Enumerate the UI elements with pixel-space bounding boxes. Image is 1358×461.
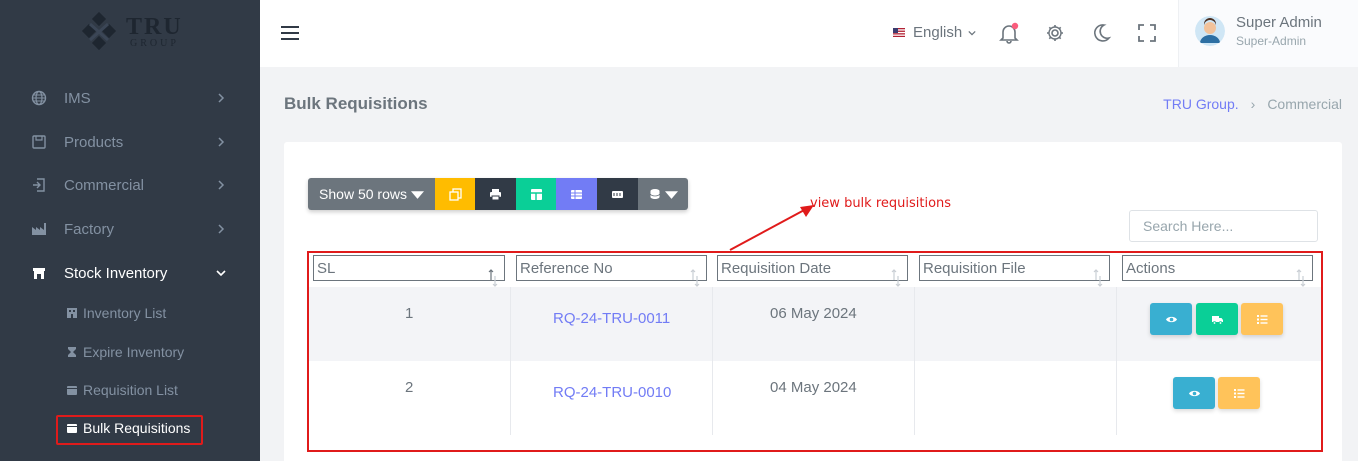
csv-button[interactable] <box>516 178 556 210</box>
sidebar: TRU GROUP IMS Products Commercial Factor… <box>0 0 260 461</box>
sidebar-subitem-inventory-list[interactable]: Inventory List <box>66 301 166 325</box>
gear-icon[interactable] <box>1044 22 1066 44</box>
avatar <box>1195 16 1225 46</box>
show-rows-button[interactable]: Show 50 rows <box>308 178 435 210</box>
breadcrumb: TRU Group. › Commercial <box>1163 96 1342 112</box>
login-icon <box>33 178 45 192</box>
sidebar-item-label: Products <box>64 133 124 151</box>
chevron-right-icon <box>218 137 225 147</box>
copy-button[interactable] <box>435 178 475 210</box>
logo-word: TRU <box>126 14 183 40</box>
sidebar-subitem-requisition-list[interactable]: Requisition List <box>66 378 178 402</box>
sidebar-item-stock-inventory[interactable]: Stock Inventory <box>0 253 260 293</box>
export-button-group: Show 50 rows <box>308 178 688 210</box>
user-name: Super Admin <box>1236 14 1322 31</box>
sidebar-item-factory[interactable]: Factory <box>0 209 260 249</box>
sidebar-item-label: Stock Inventory <box>64 264 168 282</box>
sidebar-item-label: Factory <box>64 220 115 238</box>
chevron-down-icon <box>968 30 976 35</box>
highlight-box <box>56 415 203 445</box>
us-flag-icon <box>893 28 905 37</box>
building-icon <box>67 308 77 318</box>
folder-icon <box>67 386 77 395</box>
language-selector[interactable]: English <box>893 24 976 41</box>
breadcrumb-link[interactable]: TRU Group. <box>1163 96 1238 112</box>
sidebar-item-commercial[interactable]: Commercial <box>0 165 260 205</box>
hourglass-icon <box>68 347 76 357</box>
breadcrumb-separator: › <box>1250 96 1256 112</box>
topbar: English Super Admin Super-Admin <box>260 0 1358 67</box>
sidebar-item-label: Commercial <box>64 176 145 194</box>
store-icon <box>33 268 45 279</box>
columns-button[interactable] <box>638 178 688 210</box>
pdf-icon <box>612 190 623 198</box>
sidebar-item-products[interactable]: Products <box>0 122 260 162</box>
sidebar-item-label: IMS <box>64 89 91 107</box>
print-icon <box>490 188 501 200</box>
sidebar-subitem-label: Expire Inventory <box>83 344 185 360</box>
user-role: Super-Admin <box>1236 34 1307 48</box>
table-highlight-box <box>307 251 1323 452</box>
globe-icon <box>31 90 47 106</box>
sidebar-subitem-expire-inventory[interactable]: Expire Inventory <box>66 340 184 364</box>
page-title: Bulk Requisitions <box>284 94 428 113</box>
columns-icon <box>649 188 660 199</box>
chevron-right-icon <box>218 93 225 103</box>
show-rows-label: Show 50 rows <box>319 186 407 202</box>
logo[interactable]: TRU GROUP <box>80 12 190 56</box>
print-button[interactable] <box>475 178 516 210</box>
copy-icon <box>448 187 462 201</box>
fullscreen-icon[interactable] <box>1136 22 1158 44</box>
caret-down-icon <box>664 190 678 199</box>
factory-icon <box>32 223 46 235</box>
sidebar-subitem-label: Requisition List <box>83 382 178 398</box>
caret-down-icon <box>410 190 424 199</box>
logo-sub: GROUP <box>130 38 179 49</box>
moon-icon[interactable] <box>1090 22 1112 44</box>
sidebar-item-ims[interactable]: IMS <box>0 78 260 118</box>
annotation-arrow-icon <box>729 205 814 251</box>
menu-icon[interactable] <box>281 26 299 40</box>
chevron-right-icon <box>218 180 225 190</box>
csv-icon <box>530 188 542 200</box>
breadcrumb-current: Commercial <box>1267 96 1342 112</box>
annotation-label: view bulk requisitions <box>810 196 952 211</box>
excel-button[interactable] <box>556 178 597 210</box>
pdf-button[interactable] <box>597 178 638 210</box>
excel-icon <box>571 189 582 199</box>
bell-icon[interactable] <box>998 22 1020 44</box>
chevron-down-icon <box>216 270 226 277</box>
search-input[interactable] <box>1129 210 1318 242</box>
box-icon <box>32 135 46 149</box>
logo-mark-icon <box>81 12 117 51</box>
sidebar-subitem-label: Inventory List <box>83 305 167 321</box>
language-label: English <box>913 24 963 41</box>
chevron-right-icon <box>218 224 225 234</box>
user-profile[interactable]: Super Admin Super-Admin <box>1178 0 1358 67</box>
